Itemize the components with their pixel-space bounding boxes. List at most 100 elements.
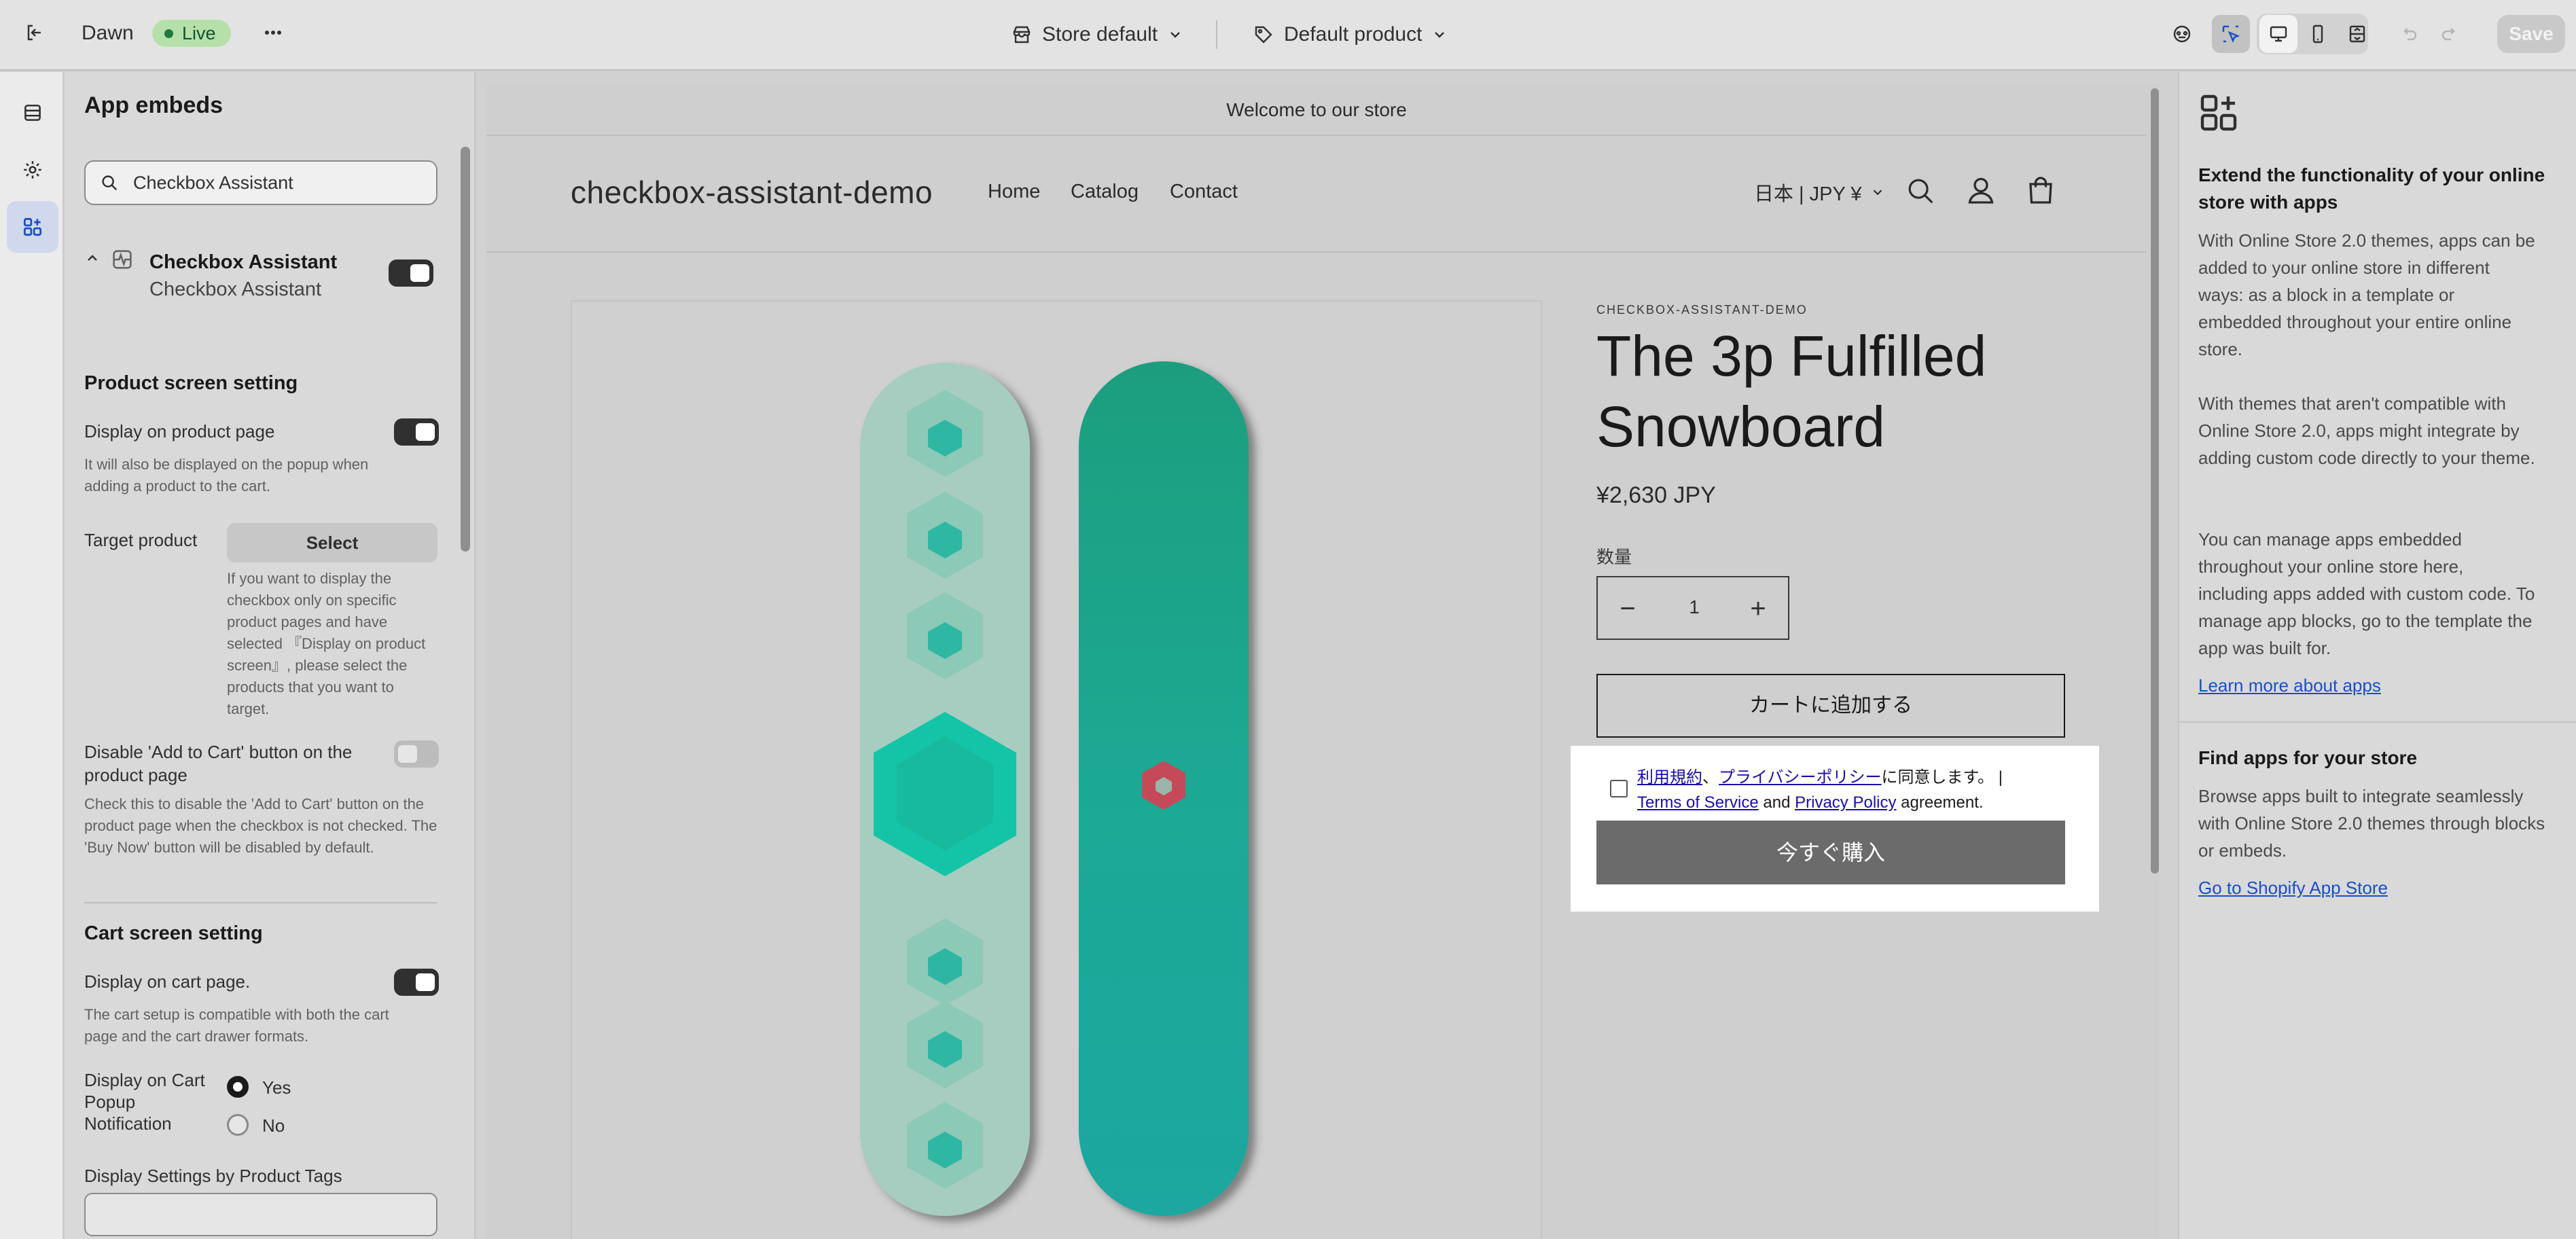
add-to-cart-button[interactable]: カートに追加する: [1596, 674, 2065, 738]
target-product-label: Target product: [84, 530, 198, 550]
collapse-chevron-icon[interactable]: [84, 250, 101, 270]
consent-and: and: [1758, 793, 1795, 812]
quantity-label: 数量: [1596, 547, 1632, 567]
store-selector-label: Store default: [1042, 23, 1158, 46]
live-badge: Live: [152, 20, 231, 47]
target-product-help: If you want to display the checkbox only…: [227, 570, 426, 717]
more-actions-icon[interactable]: [254, 14, 292, 52]
disable-cart-label: Disable 'Add to Cart' button on the prod…: [84, 742, 353, 785]
consent-tail-jp: に同意します。 |: [1881, 768, 2003, 787]
display-product-label: Display on product page: [84, 421, 275, 442]
display-cart-label: Display on cart page.: [84, 971, 251, 992]
privacy-link-jp[interactable]: プライバシーポリシー: [1719, 768, 1882, 787]
display-cart-help: The cart setup is compatible with both t…: [84, 1006, 389, 1045]
top-bar: Dawn Live Store default Default product …: [0, 0, 2576, 71]
apps-icon: [2197, 91, 2240, 138]
disable-cart-help: Check this to disable the 'Add to Cart' …: [84, 795, 437, 856]
display-product-toggle[interactable]: [394, 418, 439, 446]
quantity-increase-button[interactable]: +: [1739, 590, 1777, 628]
product-tags-label: Display Settings by Product Tags: [84, 1166, 342, 1186]
popup-notification-label: Display on Cart Popup Notification: [84, 1070, 205, 1134]
select-products-button[interactable]: Select: [227, 523, 437, 562]
help-divider: [2179, 721, 2576, 723]
app-subtitle: Checkbox Assistant: [149, 279, 322, 300]
learn-more-link[interactable]: Learn more about apps: [2198, 675, 2381, 696]
disable-cart-toggle[interactable]: [394, 740, 439, 768]
app-store-link[interactable]: Go to Shopify App Store: [2198, 878, 2388, 899]
account-icon[interactable]: [1965, 174, 1997, 210]
topbar-divider: [1216, 20, 1217, 49]
cart-icon[interactable]: [2024, 174, 2057, 210]
exit-icon[interactable]: [15, 14, 53, 52]
quantity-stepper: − 1 +: [1596, 576, 1789, 640]
popup-yes-label: Yes: [262, 1077, 291, 1098]
template-selector[interactable]: Default product: [1253, 18, 1448, 52]
search-input[interactable]: Checkbox Assistant: [84, 160, 437, 205]
product-tags-input[interactable]: [84, 1193, 437, 1236]
desktop-view-icon[interactable]: [2259, 15, 2297, 53]
find-apps-title: Find apps for your store: [2198, 747, 2418, 768]
product-price: ¥2,630 JPY: [1596, 482, 1716, 508]
section-divider: [84, 902, 437, 903]
inspector-icon[interactable]: [2212, 15, 2250, 53]
fullscreen-view-icon[interactable]: [2338, 15, 2376, 53]
quantity-value[interactable]: 1: [1678, 596, 1711, 618]
nav-catalog-link[interactable]: Catalog: [1071, 181, 1139, 203]
extend-title: Extend the functionality of your online …: [2198, 164, 2545, 213]
consent-checkbox[interactable]: [1610, 780, 1628, 797]
help-paragraph-3: You can manage apps embedded throughout …: [2198, 529, 2535, 658]
redo-icon[interactable]: [2431, 15, 2469, 53]
nav-contact-link[interactable]: Contact: [1170, 181, 1238, 203]
app-enabled-toggle[interactable]: [389, 259, 433, 287]
terms-link-en[interactable]: Terms of Service: [1637, 793, 1759, 812]
preview-scrollbar[interactable]: [2151, 88, 2159, 874]
undo-icon[interactable]: [2390, 15, 2428, 53]
chevron-down-icon: [1170, 32, 1180, 38]
chevron-down-icon: [1435, 32, 1445, 38]
announcement-bar: Welcome to our store: [486, 84, 2147, 136]
theme-name: Dawn: [82, 22, 134, 44]
quantity-decrease-button[interactable]: −: [1609, 590, 1647, 628]
buy-now-button[interactable]: 今すぐ購入: [1596, 821, 2065, 884]
currency-label: 日本 | JPY ¥: [1754, 183, 1862, 205]
consent-text-en: Terms of Service and Privacy Policy agre…: [1637, 793, 1984, 812]
popup-no-label: No: [262, 1115, 285, 1136]
display-product-help: It will also be displayed on the popup w…: [84, 456, 369, 495]
help-panel: Extend the functionality of your online …: [2178, 72, 2576, 1239]
consent-tail-en: agreement.: [1896, 793, 1984, 812]
product-title: The 3p Fulfilled Snowboard: [1596, 324, 1987, 459]
search-icon[interactable]: [1905, 175, 1936, 210]
product-section-title: Product screen setting: [84, 372, 298, 394]
terms-link-jp[interactable]: 利用規約: [1637, 768, 1702, 787]
popup-no-radio[interactable]: [227, 1114, 249, 1136]
cart-section-title: Cart screen setting: [84, 922, 263, 944]
store-icon: [1013, 26, 1031, 43]
mobile-view-icon[interactable]: [2299, 15, 2337, 53]
product-image[interactable]: [571, 300, 1542, 1239]
store-name[interactable]: checkbox-assistant-demo: [571, 174, 933, 211]
panel-scrollbar[interactable]: [461, 147, 470, 552]
snowboard-image: [860, 361, 1249, 1216]
app-embeds-panel: App embeds Checkbox Assistant Checkbox A…: [65, 72, 476, 1239]
search-icon: [102, 175, 118, 191]
sections-icon[interactable]: [7, 87, 58, 139]
store-selector[interactable]: Store default: [1011, 18, 1183, 52]
currency-selector[interactable]: 日本 | JPY ¥: [1754, 178, 1885, 206]
accessibility-icon[interactable]: [2163, 15, 2201, 53]
app-embeds-icon[interactable]: [7, 201, 58, 253]
save-button[interactable]: Save: [2497, 15, 2565, 53]
left-rail: [0, 72, 64, 1239]
theme-settings-gear-icon[interactable]: [7, 144, 58, 196]
privacy-link-en[interactable]: Privacy Policy: [1795, 793, 1896, 812]
live-dot-icon: [164, 29, 173, 38]
help-paragraph-2: With themes that aren't compatible with …: [2198, 393, 2535, 468]
product-vendor: CHECKBOX-ASSISTANT-DEMO: [1596, 303, 1808, 317]
template-selector-label: Default product: [1284, 23, 1423, 46]
popup-yes-radio[interactable]: [227, 1076, 249, 1098]
store-preview: Welcome to our store checkbox-assistant-…: [486, 84, 2147, 1239]
display-cart-toggle[interactable]: [394, 969, 439, 996]
chevron-down-icon: [1873, 190, 1882, 196]
nav-home-link[interactable]: Home: [988, 181, 1040, 203]
tag-icon: [1255, 26, 1272, 43]
panel-title: App embeds: [84, 92, 223, 118]
